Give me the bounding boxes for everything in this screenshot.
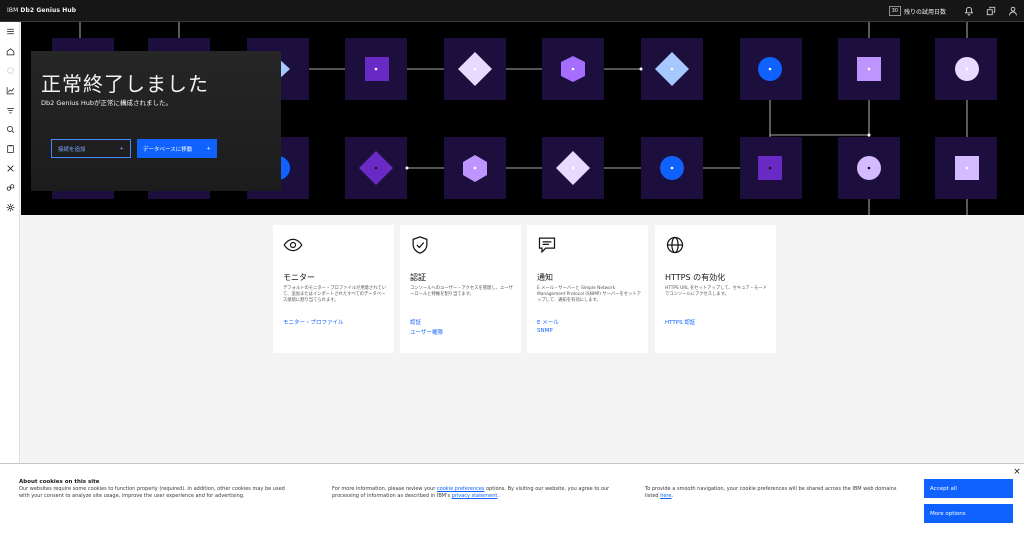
chat-icon — [538, 237, 556, 254]
add-connection-button[interactable]: 接続を追加 + — [51, 139, 131, 158]
clipboard-icon[interactable] — [0, 139, 20, 159]
add-icon: + — [206, 145, 211, 152]
add-icon: + — [119, 145, 124, 152]
card-notifications: 通知 E メール・サーバーと Simple Network Management… — [527, 225, 648, 353]
link-authentication[interactable]: 認証 — [410, 318, 421, 326]
side-rail — [0, 22, 20, 537]
cookie-text-part: . — [497, 493, 499, 499]
bell-icon[interactable] — [958, 0, 980, 22]
card-description: コンソールへのユーザー・アクセスを管理し、ユーザーロールと特権を割り当てます。 — [410, 286, 513, 297]
accept-all-button[interactable]: Accept all — [924, 479, 1013, 498]
go-to-database-button[interactable]: データベースに移動 + — [137, 139, 217, 158]
eye-icon — [283, 238, 303, 252]
shield-check-icon — [412, 236, 428, 254]
cookie-heading: About cookies on this site — [19, 479, 100, 485]
search-query-icon[interactable] — [0, 120, 20, 140]
switcher-icon[interactable] — [980, 0, 1002, 22]
link-email[interactable]: E メール — [537, 318, 559, 326]
cookie-banner: About cookies on this site Our websites … — [0, 463, 1024, 537]
cookie-text-part: To provide a smooth navigation, your coo… — [645, 486, 897, 499]
add-connection-label: 接続を追加 — [58, 146, 86, 153]
top-header: IBM Db2 Genius Hub 30 残りの試用日数 — [0, 0, 1024, 22]
card-https: HTTPS の有効化 HTTPS URL をセットアップして、セキュア・モードで… — [655, 225, 776, 353]
hero-subtitle: Db2 Genius Hubが正常に構成されました。 — [41, 99, 172, 107]
brand-name: Db2 Genius Hub — [20, 7, 77, 14]
link-snmp[interactable]: SNMP — [537, 328, 553, 334]
settings-disabled-icon — [0, 61, 20, 81]
cookie-text-domains: To provide a smooth navigation, your coo… — [645, 486, 910, 500]
link-monitor-profile[interactable]: モニター・プロファイル — [283, 318, 344, 326]
privacy-statement-link[interactable]: privacy statement — [452, 493, 498, 499]
brand-prefix: IBM — [7, 7, 19, 14]
recommend-icon[interactable] — [0, 100, 20, 120]
card-title: HTTPS の有効化 — [665, 273, 726, 282]
app-brand[interactable]: IBM Db2 Genius Hub — [7, 7, 76, 14]
cookie-preferences-link[interactable]: cookie preferences — [437, 486, 484, 492]
menu-icon[interactable] — [0, 22, 20, 42]
user-icon[interactable] — [1002, 0, 1024, 22]
hero-banner: 正常終了しました Db2 Genius Hubが正常に構成されました。 接続を追… — [21, 22, 1024, 215]
card-description: E メール・サーバーと Simple Network Management Pr… — [537, 286, 641, 303]
link-https-auth[interactable]: HTTPS 認証 — [665, 318, 695, 326]
domains-here-link[interactable]: here — [660, 493, 671, 499]
link-user-permissions[interactable]: ユーザー権限 — [410, 328, 443, 336]
hero-title: 正常終了しました — [41, 72, 209, 96]
card-title: 通知 — [537, 273, 553, 282]
trial-label: 残りの試用日数 — [903, 8, 946, 16]
card-description: デフォルトのモニター・プロファイルが用意されていて、追加またはインポートされたす… — [283, 286, 386, 303]
header-actions: 30 残りの試用日数 — [888, 0, 1024, 22]
card-title: モニター — [283, 273, 315, 282]
globe-icon — [666, 236, 684, 254]
go-to-database-label: データベースに移動 — [143, 146, 193, 153]
flow-icon[interactable] — [0, 159, 20, 179]
chart-icon[interactable] — [0, 81, 20, 101]
cookie-text-part: For more information, please review your — [332, 486, 437, 492]
cookie-text-part: . — [671, 493, 674, 499]
card-title: 認証 — [410, 273, 426, 282]
home-icon[interactable] — [0, 42, 20, 62]
cookie-text-preferences: For more information, please review your… — [332, 486, 617, 500]
more-options-button[interactable]: More options — [924, 504, 1013, 523]
card-authentication: 認証 コンソールへのユーザー・アクセスを管理し、ユーザーロールと特権を割り当てま… — [400, 225, 521, 353]
cookie-text-required: Our websites require some cookies to fun… — [19, 486, 285, 499]
card-monitor: モニター デフォルトのモニター・プロファイルが用意されていて、追加またはインポー… — [273, 225, 394, 353]
trial-days-badge: 30 — [888, 6, 901, 16]
tune-icon[interactable] — [0, 178, 20, 198]
gear-icon[interactable] — [0, 198, 20, 218]
card-description: HTTPS URL をセットアップして、セキュア・モードでコンソールにアクセスし… — [665, 286, 767, 297]
close-icon[interactable]: × — [1012, 467, 1022, 477]
